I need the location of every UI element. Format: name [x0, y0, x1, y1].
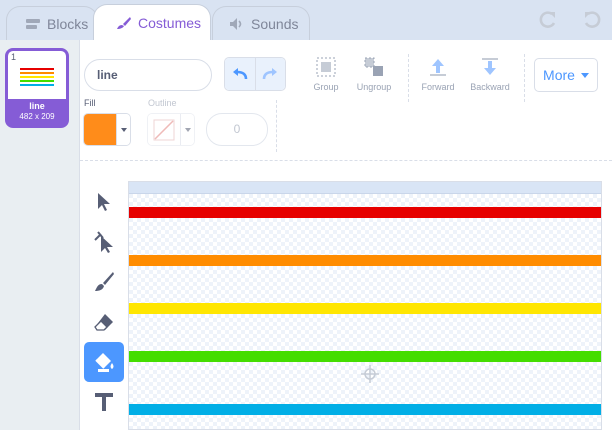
canvas-line-stripe[interactable]: [129, 255, 601, 266]
tab-sounds-label: Sounds: [251, 15, 299, 32]
global-undo-button[interactable]: [536, 8, 560, 30]
costume-tile[interactable]: 1 line 482 x 209: [5, 48, 69, 128]
blocks-icon: [25, 17, 41, 31]
chevron-down-icon: [580, 72, 589, 78]
outline-color-picker[interactable]: [147, 113, 195, 146]
brush-tool[interactable]: [84, 262, 124, 302]
brush-icon: [95, 272, 114, 291]
fill-color-swatch: [84, 114, 116, 145]
redo-icon: [263, 68, 278, 80]
costume-name: line: [29, 101, 45, 111]
canvas-line-stripe[interactable]: [129, 303, 601, 314]
ungroup-icon: [364, 57, 383, 76]
costume-index: 1: [11, 52, 17, 62]
crosshair-icon: [361, 365, 379, 383]
brush-icon: [116, 16, 132, 30]
group-icon: [316, 57, 336, 77]
fill-bucket-icon: [95, 353, 114, 372]
forward-label: Forward: [421, 82, 455, 92]
text-tool[interactable]: [84, 382, 124, 422]
forward-icon: [430, 59, 446, 76]
canvas-top-band: [129, 182, 601, 194]
tab-costumes[interactable]: Costumes: [93, 4, 211, 40]
eraser-icon: [94, 314, 113, 331]
reshape-icon: [94, 231, 113, 253]
tab-sounds[interactable]: Sounds: [212, 6, 310, 40]
outline-label: Outline: [148, 98, 177, 108]
more-button[interactable]: More: [534, 58, 598, 92]
outline-dropdown-caret: [180, 114, 194, 145]
undo-button[interactable]: [225, 58, 255, 90]
reshape-tool[interactable]: [84, 222, 124, 262]
undo-redo-group: [224, 57, 286, 91]
tab-costumes-label: Costumes: [138, 14, 202, 31]
fill-dropdown-caret: [116, 114, 130, 145]
tab-blocks-label: Blocks: [47, 15, 89, 32]
canvas-line-stripe[interactable]: [129, 351, 601, 362]
canvas-line-stripe[interactable]: [129, 404, 601, 415]
style-separator: [276, 100, 277, 152]
costume-thumbnail: [8, 51, 66, 99]
toolbar-divider: [80, 160, 612, 161]
more-label: More: [543, 67, 575, 83]
fill-tool[interactable]: [84, 342, 124, 382]
text-icon: [95, 393, 113, 411]
ungroup-label: Ungroup: [356, 82, 392, 92]
canvas-line-stripe[interactable]: [129, 207, 601, 218]
costume-name-input[interactable]: [84, 59, 212, 91]
select-arrow-icon: [98, 193, 110, 211]
outline-width-input[interactable]: 0: [206, 113, 268, 146]
costume-size: 482 x 209: [19, 112, 55, 121]
tab-blocks[interactable]: Blocks: [6, 6, 98, 40]
undo-icon: [232, 68, 248, 80]
eraser-tool[interactable]: [84, 302, 124, 342]
global-redo-button[interactable]: [580, 8, 604, 30]
fill-label: Fill: [84, 98, 96, 108]
toolbar-separator: [524, 54, 525, 102]
redo-button[interactable]: [254, 58, 285, 90]
select-tool[interactable]: [84, 182, 124, 222]
paint-editor: Group Ungroup Forward Backward More Fill…: [80, 40, 612, 430]
paint-canvas[interactable]: [128, 181, 602, 430]
editor-tab-bar: Blocks Costumes Sounds: [0, 0, 612, 40]
fill-color-picker[interactable]: [83, 113, 131, 146]
toolbar-separator: [408, 54, 409, 102]
backward-icon: [482, 58, 498, 75]
backward-label: Backward: [470, 82, 510, 92]
no-outline-icon: [148, 114, 180, 145]
speaker-icon: [229, 17, 245, 31]
costume-list: 1 line 482 x 209: [0, 40, 80, 430]
